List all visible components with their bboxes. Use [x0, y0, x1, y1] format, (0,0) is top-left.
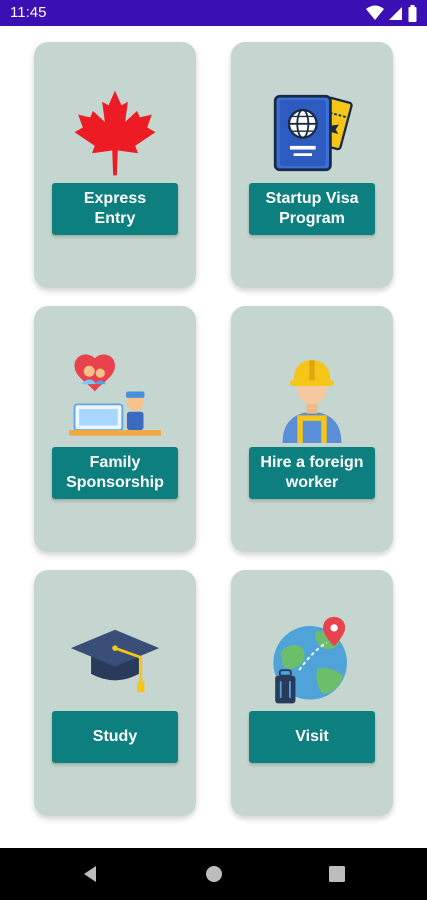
content-area: Express Entry Startup Visa Program Famil… — [0, 26, 427, 848]
back-icon[interactable] — [78, 862, 102, 886]
maple-leaf-icon — [69, 87, 161, 179]
status-time: 11:45 — [10, 4, 47, 21]
globe-travel-icon — [266, 615, 358, 707]
wifi-icon — [366, 5, 384, 20]
express-entry-button[interactable]: Express Entry — [52, 183, 178, 235]
card-family-sponsorship[interactable]: Family Sponsorship — [34, 306, 196, 552]
recents-icon[interactable] — [325, 862, 349, 886]
card-visit[interactable]: Visit — [231, 570, 393, 816]
card-express-entry[interactable]: Express Entry — [34, 42, 196, 288]
construction-worker-icon — [266, 351, 358, 443]
card-study[interactable]: Study — [34, 570, 196, 816]
family-sponsorship-icon — [69, 351, 161, 443]
card-hire-worker[interactable]: Hire a foreign worker — [231, 306, 393, 552]
graduation-cap-icon — [69, 615, 161, 707]
passport-ticket-icon — [266, 87, 358, 179]
study-button[interactable]: Study — [52, 711, 178, 763]
status-bar: 11:45 — [0, 0, 427, 26]
navigation-bar — [0, 848, 427, 900]
card-startup-visa[interactable]: Startup Visa Program — [231, 42, 393, 288]
signal-icon — [389, 7, 402, 20]
battery-icon — [408, 4, 417, 22]
startup-visa-button[interactable]: Startup Visa Program — [249, 183, 375, 235]
hire-worker-button[interactable]: Hire a foreign worker — [249, 447, 375, 499]
family-sponsorship-button[interactable]: Family Sponsorship — [52, 447, 178, 499]
visit-button[interactable]: Visit — [249, 711, 375, 763]
home-icon[interactable] — [202, 862, 226, 886]
status-icons — [366, 4, 417, 22]
